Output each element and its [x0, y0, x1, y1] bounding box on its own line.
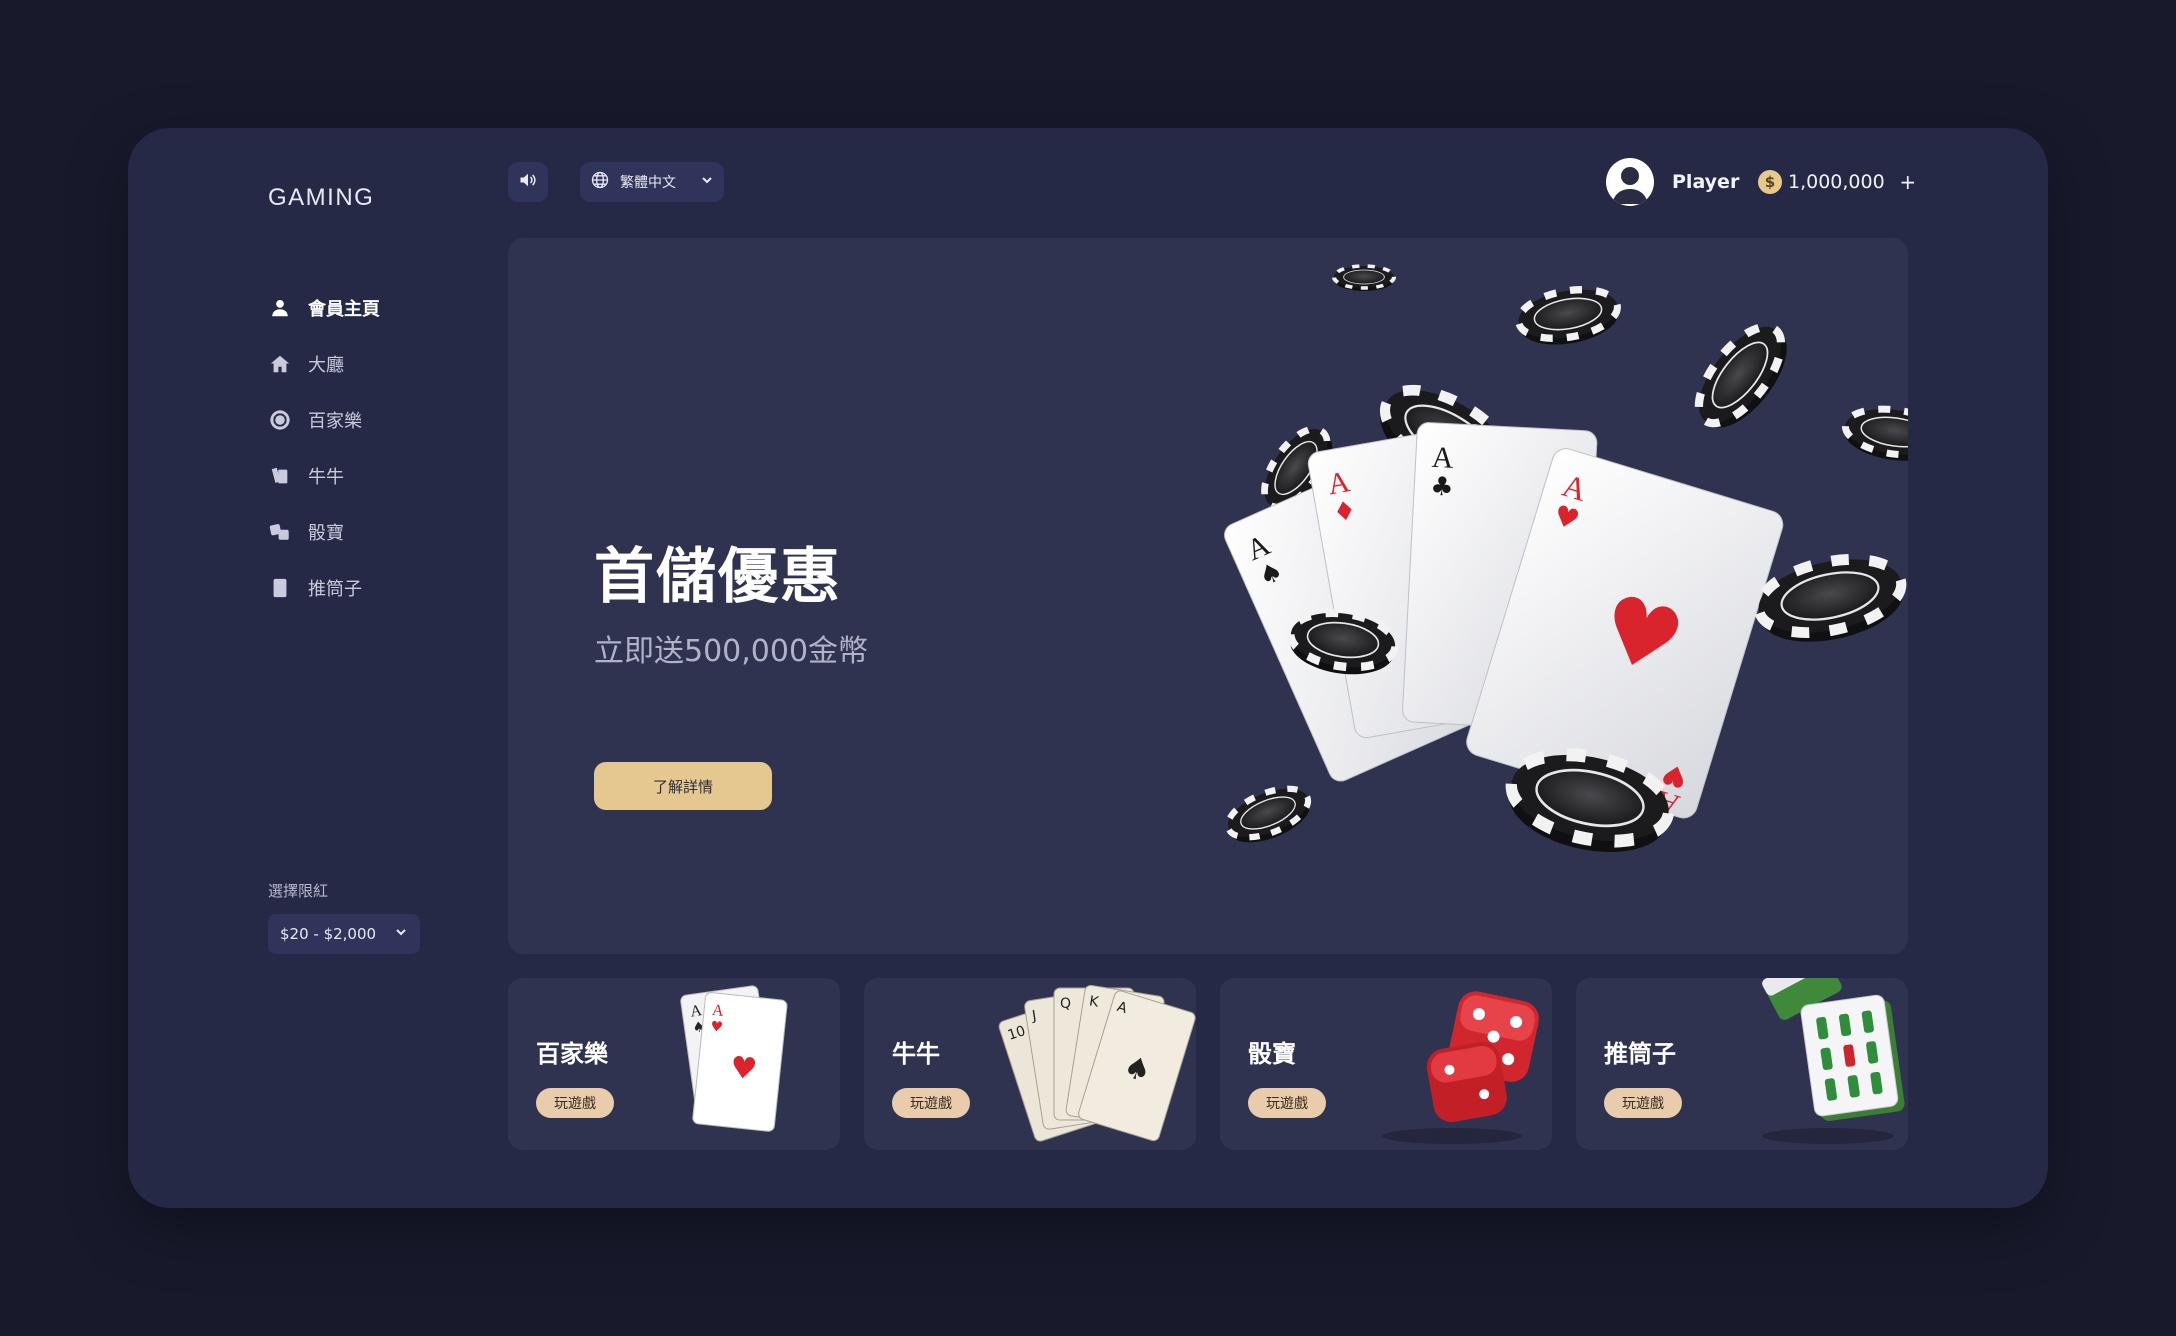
globe-icon [590, 170, 610, 194]
sidebar-item-label: 骰寶 [308, 523, 344, 544]
game-cards: 百家樂 玩遊戲 A ♠ A ♥ ♥ 牛牛 玩遊戲 10 J Q K A ♠ 骰寶… [508, 978, 1908, 1150]
learn-more-button[interactable]: 了解詳情 [594, 762, 772, 810]
game-card-baccarat[interactable]: 百家樂 玩遊戲 A ♠ A ♥ ♥ [508, 978, 840, 1150]
game-name: 百家樂 [536, 1040, 608, 1068]
speaker-icon [518, 170, 538, 194]
svg-text:Q: Q [1060, 996, 1071, 1012]
game-card-tuitongzi[interactable]: 推筒子 玩遊戲 [1576, 978, 1908, 1150]
svg-text:♣: ♣ [1430, 472, 1455, 503]
sidebar-item-baccarat[interactable]: 百家樂 [268, 392, 508, 448]
chip-icon [268, 408, 292, 432]
sidebar-item-niuniu[interactable]: 牛牛 [268, 448, 508, 504]
cards-icon [268, 464, 292, 488]
limit-value: $20 - $2,000 [280, 925, 377, 943]
chevron-down-icon [394, 925, 408, 943]
limit-label: 選擇限紅 [268, 882, 329, 900]
sidebar-item-label: 會員主頁 [308, 299, 380, 320]
app-window: GAMING 會員主頁 大廳 百家樂 牛牛 骰寶 推筒子 選擇限紅 $20 - … [128, 128, 2048, 1208]
sidebar-item-label: 牛牛 [308, 467, 344, 488]
user-name[interactable]: Player [1672, 171, 1739, 193]
chevron-down-icon [700, 173, 714, 191]
user-avatar-icon [1612, 167, 1648, 204]
language-label: 繁體中文 [620, 175, 676, 191]
promo-banner: 首儲優惠 立即送500,000金幣 了解詳情 A ♠ A ♦ A ♣ A ♥ ♥… [508, 238, 1908, 954]
sound-button[interactable] [508, 162, 548, 202]
coin-icon: $ [1758, 170, 1782, 194]
banner-subtitle: 立即送500,000金幣 [594, 634, 869, 669]
game-name: 骰寶 [1248, 1040, 1296, 1068]
limit-dropdown[interactable]: $20 - $2,000 [268, 914, 420, 954]
home-icon [268, 352, 292, 376]
sidebar-item-tuitongzi[interactable]: 推筒子 [268, 560, 508, 616]
mahjong-tile-icon [1762, 978, 1905, 1144]
play-game-button[interactable]: 玩遊戲 [1604, 1088, 1682, 1118]
royal-flush-cards-icon: 10 J Q K A♠ [998, 984, 1196, 1142]
sidebar-item-label: 推筒子 [308, 579, 362, 600]
logo: GAMING [268, 184, 375, 211]
balance-amount: 1,000,000 [1788, 171, 1885, 193]
aces-cards-icon: A ♠ A ♥ ♥ [680, 985, 788, 1132]
svg-text:A: A [1431, 441, 1455, 475]
play-game-button[interactable]: 玩遊戲 [1248, 1088, 1326, 1118]
person-icon [268, 296, 292, 320]
sidebar-item-member-home[interactable]: 會員主頁 [268, 280, 508, 336]
sidebar-item-sicbo[interactable]: 骰寶 [268, 504, 508, 560]
banner-title: 首儲優惠 [594, 542, 842, 612]
play-game-button[interactable]: 玩遊戲 [536, 1088, 614, 1118]
sidebar-item-label: 百家樂 [308, 411, 362, 432]
user-profile: Player [1606, 158, 1739, 206]
game-card-sicbo[interactable]: 骰寶 玩遊戲 [1220, 978, 1552, 1150]
sidebar-item-label: 大廳 [308, 355, 344, 376]
game-name: 牛牛 [892, 1040, 940, 1068]
poker-cards-chips-illustration: A ♠ A ♦ A ♣ A ♥ ♥ ♥ [1028, 238, 1908, 954]
balance-display: $ 1,000,000 + [1758, 168, 1917, 196]
sidebar-nav: 會員主頁 大廳 百家樂 牛牛 骰寶 推筒子 [268, 280, 508, 616]
add-funds-button[interactable]: + [1899, 170, 1917, 194]
sidebar-item-lobby[interactable]: 大廳 [268, 336, 508, 392]
game-card-niuniu[interactable]: 牛牛 玩遊戲 10 J Q K A ♠ [864, 978, 1196, 1150]
language-selector[interactable]: 繁體中文 [580, 162, 724, 202]
avatar[interactable] [1606, 158, 1654, 206]
svg-text:♥: ♥ [710, 1019, 724, 1036]
tile-icon [268, 576, 292, 600]
play-game-button[interactable]: 玩遊戲 [892, 1088, 970, 1118]
red-dice-icon [1382, 991, 1539, 1144]
svg-text:♥: ♥ [728, 1050, 758, 1088]
svg-text:A: A [711, 1002, 725, 1020]
dice-icon [268, 520, 292, 544]
game-name: 推筒子 [1604, 1040, 1676, 1068]
